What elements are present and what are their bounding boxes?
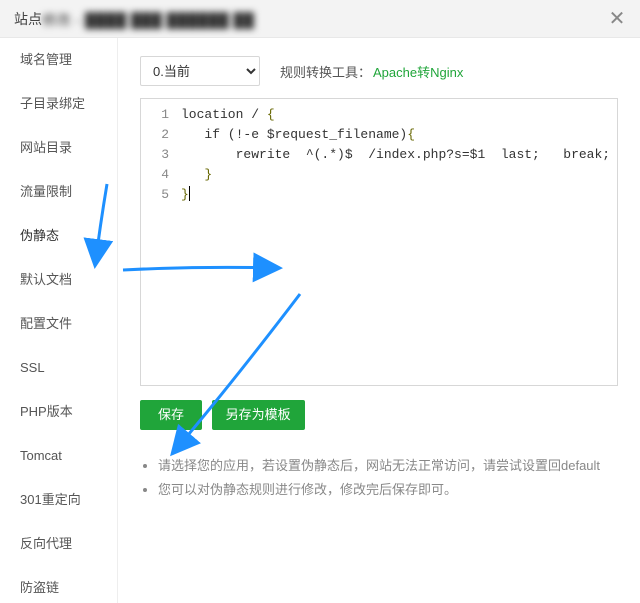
sidebar-item-traffic[interactable]: 流量限制 (0, 170, 117, 214)
sidebar-item-default-doc[interactable]: 默认文档 (0, 258, 117, 302)
sidebar-item-label: 流量限制 (20, 184, 72, 199)
modal-body: 域名管理 子目录绑定 网站目录 流量限制 伪静态 默认文档 配置文件 SSL P… (0, 38, 640, 603)
tips-list: 请选择您的应用，若设置伪静态后，网站无法正常访问，请尝试设置回default 您… (140, 454, 618, 502)
sidebar-item-ssl[interactable]: SSL (0, 346, 117, 390)
template-select[interactable]: 0.当前 (140, 56, 260, 86)
sidebar-item-rewrite[interactable]: 伪静态 (0, 214, 117, 258)
sidebar-item-proxy[interactable]: 反向代理 (0, 522, 117, 566)
sidebar-item-label: 子目录绑定 (20, 96, 85, 111)
button-row: 保存 另存为模板 (140, 400, 618, 430)
tip-item: 您可以对伪静态规则进行修改，修改完后保存即可。 (158, 478, 618, 502)
sidebar-item-label: 反向代理 (20, 536, 72, 551)
sidebar-item-label: PHP版本 (20, 404, 73, 419)
convert-tool-link[interactable]: Apache转Nginx (373, 65, 463, 80)
top-row: 0.当前 规则转换工具：Apache转Nginx (140, 56, 618, 86)
sidebar-item-sitedir[interactable]: 网站目录 (0, 126, 117, 170)
convert-tool-wrap: 规则转换工具：Apache转Nginx (280, 62, 463, 81)
editor-code-area[interactable]: location / { if (!-e $request_filename){… (175, 105, 617, 385)
sidebar-item-label: 配置文件 (20, 316, 72, 331)
sidebar-item-subdir[interactable]: 子目录绑定 (0, 82, 117, 126)
sidebar: 域名管理 子目录绑定 网站目录 流量限制 伪静态 默认文档 配置文件 SSL P… (0, 38, 118, 603)
sidebar-item-hotlink[interactable]: 防盗链 (0, 566, 117, 603)
close-icon[interactable]: ✕ (598, 0, 636, 38)
sidebar-item-domain[interactable]: 域名管理 (0, 38, 117, 82)
content-panel: 0.当前 规则转换工具：Apache转Nginx 12345 location … (118, 38, 640, 603)
save-as-template-button[interactable]: 另存为模板 (212, 400, 305, 430)
sidebar-item-label: SSL (20, 360, 45, 375)
sidebar-item-redirect301[interactable]: 301重定向 (0, 478, 117, 522)
header-site-name-blurred: 修改 - ████ ███ ██████ ██ (42, 1, 254, 39)
sidebar-item-label: 默认文档 (20, 272, 72, 287)
save-button[interactable]: 保存 (140, 400, 202, 430)
sidebar-item-label: Tomcat (20, 448, 62, 463)
modal-header: 站点修改 - ████ ███ ██████ ██ ✕ (0, 0, 640, 38)
rewrite-code-editor[interactable]: 12345 location / { if (!-e $request_file… (140, 98, 618, 386)
sidebar-item-config[interactable]: 配置文件 (0, 302, 117, 346)
sidebar-item-php[interactable]: PHP版本 (0, 390, 117, 434)
tip-item: 请选择您的应用，若设置伪静态后，网站无法正常访问，请尝试设置回default (158, 454, 618, 478)
sidebar-item-label: 301重定向 (20, 492, 81, 507)
sidebar-item-label: 网站目录 (20, 140, 72, 155)
site-settings-modal: 站点修改 - ████ ███ ██████ ██ ✕ 域名管理 子目录绑定 网… (0, 0, 640, 603)
sidebar-item-label: 防盗链 (20, 580, 59, 595)
sidebar-item-label: 域名管理 (20, 52, 72, 67)
header-prefix: 站点 (14, 11, 42, 27)
sidebar-item-label: 伪静态 (20, 228, 59, 243)
editor-gutter: 12345 (141, 105, 175, 385)
sidebar-item-tomcat[interactable]: Tomcat (0, 434, 117, 478)
convert-tool-label: 规则转换工具： (280, 65, 371, 80)
